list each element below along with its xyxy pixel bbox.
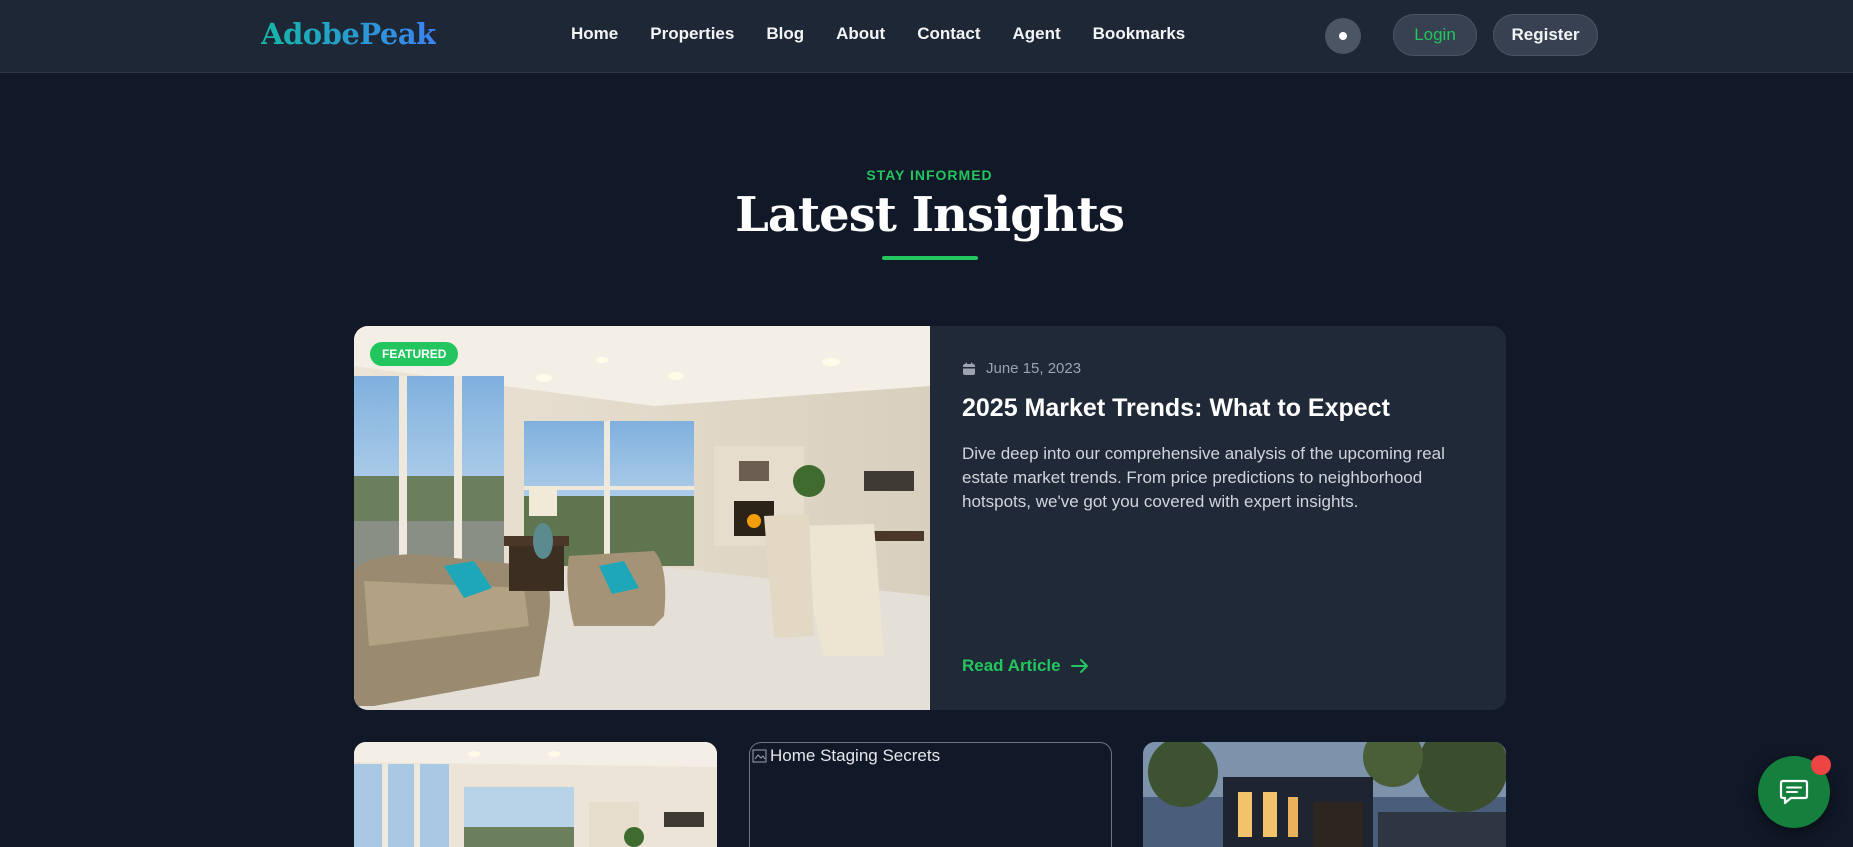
featured-article-title[interactable]: 2025 Market Trends: What to Expect (962, 394, 1482, 423)
living-room-photo (354, 326, 930, 710)
read-article-label: Read Article (962, 656, 1061, 675)
nav-link-home[interactable]: Home (571, 24, 618, 44)
card-image: Home Staging Secrets (752, 746, 940, 766)
blog-card[interactable] (1143, 742, 1506, 847)
featured-article-body: June 15, 2023 2025 Market Trends: What t… (962, 326, 1482, 710)
featured-article-card[interactable]: FEATURED June 15, 2023 2025 Market Trend… (354, 326, 1506, 710)
register-button[interactable]: Register (1493, 14, 1598, 56)
blog-card[interactable] (354, 742, 717, 847)
login-button[interactable]: Login (1393, 14, 1477, 56)
article-date: June 15, 2023 (962, 360, 1081, 377)
card-image-alt: Home Staging Secrets (770, 746, 941, 765)
section-title: Latest Insights (735, 187, 1125, 243)
nav-link-agent[interactable]: Agent (1012, 24, 1060, 44)
card-image (354, 742, 717, 847)
title-underline (882, 256, 978, 260)
section-eyebrow: STAY INFORMED (866, 167, 993, 183)
navbar: AdobePeak Home Properties Blog About Con… (0, 0, 1853, 73)
brand-logo[interactable]: AdobePeak (261, 17, 436, 51)
read-article-link[interactable]: Read Article (962, 656, 1089, 676)
featured-article-excerpt: Dive deep into our comprehensive analysi… (962, 444, 1445, 511)
nav-link-about[interactable]: About (836, 24, 885, 44)
featured-badge: FEATURED (370, 342, 459, 366)
nav-link-blog[interactable]: Blog (766, 24, 804, 44)
theme-toggle-icon (1339, 32, 1347, 40)
article-date-text: June 15, 2023 (986, 360, 1082, 377)
nav-link-contact[interactable]: Contact (917, 24, 980, 44)
arrow-right-icon (1070, 659, 1088, 673)
blog-card[interactable]: Home Staging Secrets (749, 742, 1112, 847)
calendar-icon (963, 362, 975, 375)
main-nav: Home Properties Blog About Contact Agent… (571, 24, 1217, 44)
notification-badge (1811, 755, 1831, 775)
featured-article-image[interactable]: FEATURED (354, 326, 930, 710)
chat-icon (1779, 779, 1809, 805)
theme-toggle-button[interactable] (1325, 18, 1361, 54)
nav-link-bookmarks[interactable]: Bookmarks (1093, 24, 1186, 44)
nav-link-properties[interactable]: Properties (650, 24, 734, 44)
broken-image-icon (752, 749, 767, 763)
card-image (1143, 742, 1506, 847)
